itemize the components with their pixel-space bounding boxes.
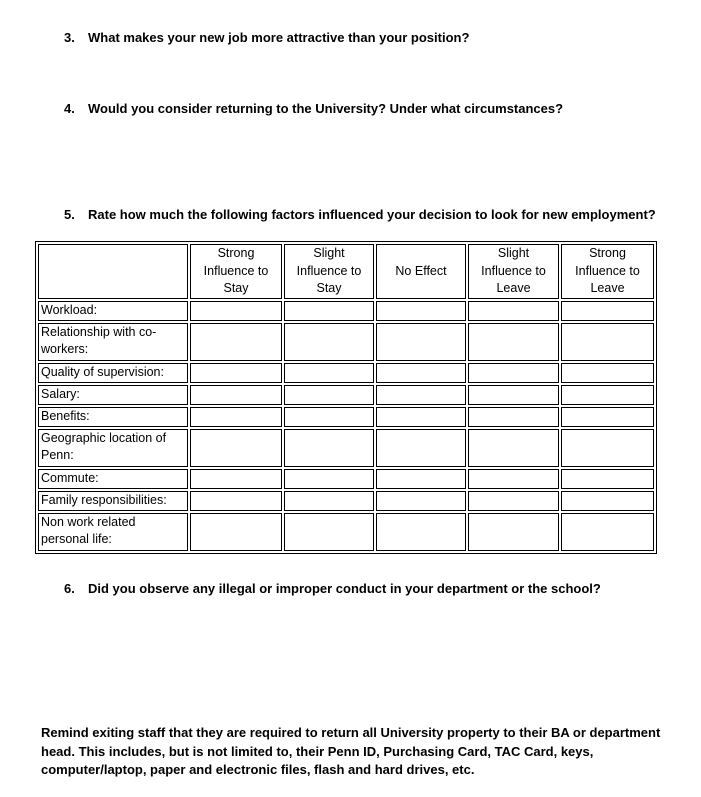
factor-label: Salary: — [38, 384, 188, 405]
rating-cell[interactable] — [376, 300, 466, 321]
question-number: 6. — [64, 581, 75, 596]
header-line: No Effect — [395, 263, 447, 278]
factor-label: Relationship with co-workers: — [38, 322, 188, 361]
rating-cell[interactable] — [561, 362, 654, 383]
rating-cell[interactable] — [190, 300, 282, 321]
rating-cell[interactable] — [561, 428, 654, 467]
header-line: Strong — [217, 246, 255, 260]
rating-cell[interactable] — [284, 428, 374, 467]
question-4: 4. Would you consider returning to the Un… — [64, 101, 563, 116]
factor-label: Non work related personal life: — [38, 512, 188, 551]
factor-label: Commute: — [38, 468, 188, 489]
return-property-reminder: Remind exiting staff that they are requi… — [41, 725, 661, 777]
rating-cell[interactable] — [468, 512, 559, 551]
rating-cell[interactable] — [376, 428, 466, 467]
rating-cell[interactable] — [284, 490, 374, 511]
rating-cell[interactable] — [284, 384, 374, 405]
header-line: Leave — [496, 281, 531, 295]
header-line: Influence to — [203, 263, 269, 278]
rating-table: Strong Influence to Stay Slight Influenc… — [35, 241, 657, 554]
question-5: 5. Rate how much the following factors in… — [64, 207, 656, 222]
question-number: 4. — [64, 101, 75, 116]
rating-cell[interactable] — [376, 384, 466, 405]
header-line: Stay — [316, 281, 342, 295]
rating-cell[interactable] — [190, 512, 282, 551]
header-line: Stay — [223, 281, 249, 295]
rating-cell[interactable] — [376, 322, 466, 361]
rating-cell[interactable] — [284, 406, 374, 427]
table-row: Benefits: — [38, 406, 654, 427]
rating-cell[interactable] — [284, 300, 374, 321]
rating-cell[interactable] — [190, 362, 282, 383]
table-row: Relationship with co-workers: — [38, 322, 654, 361]
rating-cell[interactable] — [190, 322, 282, 361]
header-line: Influence to — [481, 263, 546, 278]
header-line: Leave — [590, 281, 625, 295]
question-3: 3. What makes your new job more attractiv… — [64, 30, 469, 45]
header-line: Influence to — [296, 263, 362, 278]
rating-cell[interactable] — [284, 512, 374, 551]
header-blank-cell — [38, 244, 188, 299]
table-row: Family responsibilities: — [38, 490, 654, 511]
rating-cell[interactable] — [468, 428, 559, 467]
table-row: Geographic location of Penn: — [38, 428, 654, 467]
rating-cell[interactable] — [190, 384, 282, 405]
table-row: Workload: — [38, 300, 654, 321]
rating-cell[interactable] — [561, 406, 654, 427]
rating-cell[interactable] — [284, 322, 374, 361]
question-number: 3. — [64, 30, 75, 45]
question-text: What makes your new job more attractive … — [88, 30, 470, 45]
header-slight-leave: Slight Influence to Leave — [468, 244, 559, 299]
factor-label: Workload: — [38, 300, 188, 321]
rating-cell[interactable] — [376, 362, 466, 383]
table-row: Commute: — [38, 468, 654, 489]
rating-cell[interactable] — [468, 406, 559, 427]
rating-header-row: Strong Influence to Stay Slight Influenc… — [38, 244, 654, 299]
rating-cell[interactable] — [468, 322, 559, 361]
table-row: Non work related personal life: — [38, 512, 654, 551]
header-line: Strong — [589, 246, 626, 260]
rating-cell[interactable] — [468, 468, 559, 489]
question-text: Rate how much the following factors infl… — [88, 207, 656, 222]
question-text: Did you observe any illegal or improper … — [88, 581, 601, 596]
factor-label: Quality of supervision: — [38, 362, 188, 383]
rating-cell[interactable] — [190, 468, 282, 489]
question-text: Would you consider returning to the Univ… — [88, 101, 564, 116]
factor-label: Family responsibilities: — [38, 490, 188, 511]
rating-cell[interactable] — [468, 490, 559, 511]
rating-cell[interactable] — [468, 384, 559, 405]
rating-cell[interactable] — [190, 428, 282, 467]
question-6: 6. Did you observe any illegal or imprope… — [64, 581, 601, 596]
table-row: Salary: — [38, 384, 654, 405]
header-slight-stay: Slight Influence to Stay — [284, 244, 374, 299]
rating-cell[interactable] — [561, 468, 654, 489]
header-no-effect: No Effect — [376, 244, 466, 299]
header-strong-leave: Strong Influence to Leave — [561, 244, 654, 299]
rating-cell[interactable] — [284, 468, 374, 489]
rating-cell[interactable] — [190, 490, 282, 511]
rating-cell[interactable] — [376, 406, 466, 427]
table-row: Quality of supervision: — [38, 362, 654, 383]
rating-cell[interactable] — [376, 512, 466, 551]
rating-cell[interactable] — [284, 362, 374, 383]
rating-cell[interactable] — [561, 384, 654, 405]
rating-cell[interactable] — [376, 490, 466, 511]
rating-cell[interactable] — [561, 300, 654, 321]
question-number: 5. — [64, 207, 75, 222]
rating-cell[interactable] — [468, 362, 559, 383]
header-line: Influence to — [575, 263, 640, 278]
header-strong-stay: Strong Influence to Stay — [190, 244, 282, 299]
rating-cell[interactable] — [561, 490, 654, 511]
rating-cell[interactable] — [468, 300, 559, 321]
factor-label: Geographic location of Penn: — [38, 428, 188, 467]
factor-label: Benefits: — [38, 406, 188, 427]
rating-cell[interactable] — [376, 468, 466, 489]
header-line: Slight — [313, 246, 345, 260]
header-line: Slight — [497, 246, 530, 260]
rating-cell[interactable] — [561, 322, 654, 361]
rating-cell[interactable] — [190, 406, 282, 427]
rating-cell[interactable] — [561, 512, 654, 551]
